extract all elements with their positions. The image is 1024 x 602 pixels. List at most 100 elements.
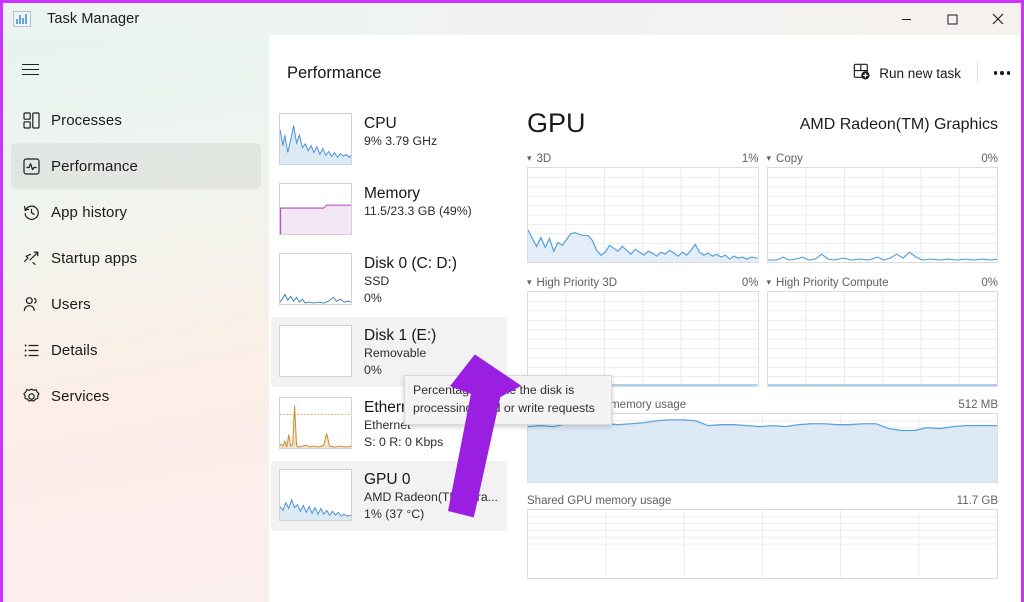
gpu-graph-label-row[interactable]: ▾ Copy 0%: [767, 153, 999, 167]
device-name: Disk 1 (E:): [364, 327, 437, 344]
run-new-task-label: Run new task: [879, 65, 961, 81]
device-name: GPU 0: [364, 471, 411, 488]
device-text: CPU 9% 3.79 GHz: [364, 113, 437, 165]
window-title: Task Manager: [47, 11, 140, 27]
device-item-gpu-0[interactable]: GPU 0 AMD Radeon(TM) Gra... 1% (37 °C): [271, 461, 507, 531]
gpu-graph-copy: ▾ Copy 0%: [766, 153, 999, 263]
sidebar-item-performance[interactable]: Performance: [11, 143, 261, 189]
device-name: Disk 0 (C: D:): [364, 255, 457, 272]
title-bar: Task Manager: [3, 3, 1021, 35]
maximize-button[interactable]: [929, 3, 975, 35]
sidebar-item-label: Processes: [51, 111, 122, 129]
dedicated-memory-value: 512 MB: [958, 399, 998, 411]
startup-icon: [11, 249, 51, 268]
sidebar-item-label: Details: [51, 341, 98, 359]
gpu-hpcompute-graph: [766, 291, 998, 387]
content-pane: Performance Run new task CPU 9% 3.79 GHz…: [269, 45, 1021, 602]
device-detail-1: SSD: [364, 274, 390, 288]
device-text: Disk 1 (E:) Removable 0%: [364, 325, 436, 379]
sidebar: Processes Performance App history Startu…: [3, 35, 269, 602]
device-item-memory[interactable]: Memory 11.5/23.3 GB (49%): [271, 175, 507, 243]
device-name: CPU: [364, 115, 397, 132]
sidebar-item-label: Performance: [51, 157, 138, 175]
device-item-disk-0[interactable]: Disk 0 (C: D:) SSD 0%: [271, 245, 507, 315]
chevron-down-icon[interactable]: ▾: [527, 154, 532, 163]
gpu-graph-high-priority-compute: ▾ High Priority Compute 0%: [766, 277, 999, 387]
users-icon: [11, 295, 51, 314]
performance-icon: [11, 157, 51, 176]
device-detail-2: 1% (37 °C): [364, 507, 425, 521]
gpu-graph-label: 3D: [536, 153, 552, 165]
chevron-down-icon[interactable]: ▾: [527, 278, 532, 287]
close-button[interactable]: [975, 3, 1021, 35]
shared-memory-section: Shared GPU memory usage 11.7 GB: [527, 495, 998, 579]
toolbar-divider: [977, 62, 978, 84]
sidebar-item-processes[interactable]: Processes: [11, 97, 261, 143]
gpu0-sparkline: [279, 469, 352, 521]
gpu-graph-high-priority-3d: ▾ High Priority 3D 0%: [527, 277, 759, 387]
sidebar-item-app-history[interactable]: App history: [11, 189, 261, 235]
device-detail-1: AMD Radeon(TM) Gra...: [364, 490, 498, 504]
gpu-detail-panel: GPU AMD Radeon(TM) Graphics ▾ 3D 1% ▾ Co…: [509, 101, 1021, 602]
processes-icon: [11, 111, 51, 130]
gpu-graph-label: High Priority 3D: [536, 277, 618, 289]
shared-memory-value: 11.7 GB: [956, 495, 998, 507]
hamburger-icon[interactable]: [9, 49, 51, 89]
gpu-3d-graph: [527, 167, 759, 263]
ethernet-sparkline: [279, 397, 352, 449]
toolbar-actions: Run new task: [843, 45, 1020, 101]
history-icon: [11, 203, 51, 222]
new-task-icon: [853, 63, 870, 83]
sidebar-item-startup-apps[interactable]: Startup apps: [11, 235, 261, 281]
gpu-hp3d-graph: [527, 291, 759, 387]
device-item-cpu[interactable]: CPU 9% 3.79 GHz: [271, 105, 507, 173]
sidebar-item-details[interactable]: Details: [11, 327, 261, 373]
gpu-copy-graph: [766, 167, 998, 263]
sidebar-item-services[interactable]: Services: [11, 373, 261, 419]
gpu-graph-label-row[interactable]: ▾ High Priority 3D 0%: [527, 277, 759, 291]
sidebar-item-label: App history: [51, 203, 128, 221]
device-text: Memory 11.5/23.3 GB (49%): [364, 183, 472, 235]
sidebar-item-label: Services: [51, 387, 110, 405]
gpu-model: AMD Radeon(TM) Graphics: [799, 116, 998, 133]
shared-memory-graph: [527, 509, 998, 579]
run-new-task-button[interactable]: Run new task: [843, 57, 971, 89]
gpu-graph-value: 1%: [741, 153, 759, 165]
gpu-graph-label-row[interactable]: ▾ High Priority Compute 0%: [767, 277, 999, 291]
gpu-graph-label-row[interactable]: ▾ 3D 1%: [527, 153, 759, 167]
device-detail-2: 0%: [364, 291, 382, 305]
page-title: Performance: [287, 63, 382, 82]
sidebar-item-label: Startup apps: [51, 249, 138, 267]
device-text: Disk 0 (C: D:) SSD 0%: [364, 253, 457, 307]
shared-memory-label-row: Shared GPU memory usage 11.7 GB: [527, 495, 998, 509]
gpu-title: GPU: [527, 108, 586, 138]
gpu-graph-3d: ▾ 3D 1%: [527, 153, 759, 263]
sidebar-item-users[interactable]: Users: [11, 281, 261, 327]
device-name: Memory: [364, 185, 420, 202]
tooltip: Percentage of time the disk is processin…: [404, 375, 612, 425]
minimize-button[interactable]: [883, 3, 929, 35]
details-icon: [11, 341, 51, 360]
sidebar-item-label: Users: [51, 295, 91, 313]
memory-sparkline: [279, 183, 352, 235]
gpu-graph-label: Copy: [776, 153, 803, 165]
device-list: CPU 9% 3.79 GHz Memory 11.5/23.3 GB (49%…: [269, 101, 509, 602]
disk1-sparkline: [279, 325, 352, 377]
gpu-header: GPU AMD Radeon(TM) Graphics: [527, 107, 998, 139]
chevron-down-icon[interactable]: ▾: [767, 154, 772, 163]
gpu-graph-row-1: ▾ 3D 1% ▾ Copy 0%: [527, 153, 998, 263]
device-text: GPU 0 AMD Radeon(TM) Gra... 1% (37 °C): [364, 469, 498, 523]
gpu-graph-label: High Priority Compute: [776, 277, 889, 289]
task-manager-window: Task Manager Processes Performance App h…: [0, 0, 1024, 602]
chevron-down-icon[interactable]: ▾: [767, 278, 772, 287]
device-detail-1: Removable: [364, 346, 427, 360]
toolbar: Performance Run new task: [269, 45, 1021, 101]
device-detail-1: 9% 3.79 GHz: [364, 134, 438, 148]
device-detail-2: S: 0 R: 0 Kbps: [364, 435, 444, 449]
more-options-button[interactable]: [984, 57, 1020, 89]
app-icon: [13, 11, 31, 27]
gpu-graph-value: 0%: [741, 277, 759, 289]
device-detail-1: 11.5/23.3 GB (49%): [364, 204, 472, 218]
services-icon: [11, 387, 51, 406]
cpu-sparkline: [279, 113, 352, 165]
